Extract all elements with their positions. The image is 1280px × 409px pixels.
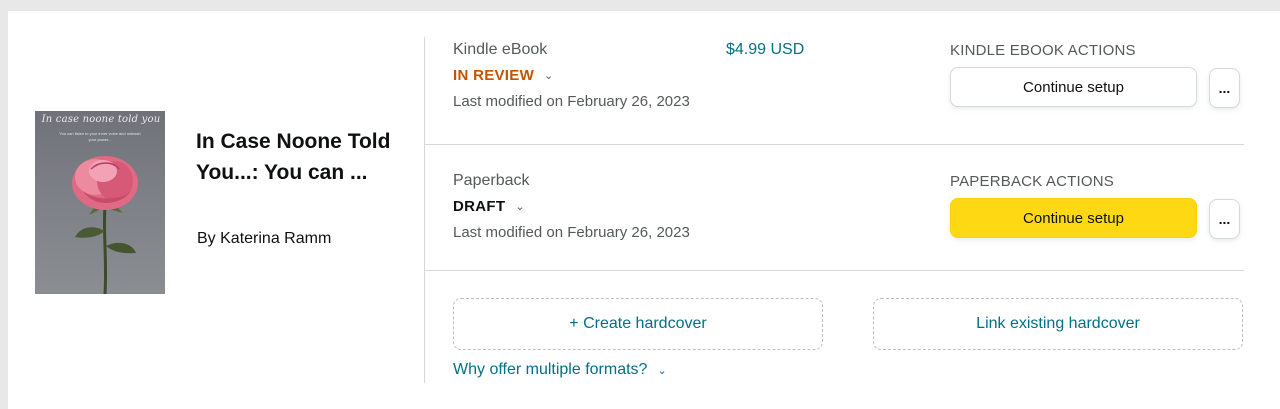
kindle-price: $4.99 USD [726, 41, 805, 58]
cover-subtitle: You can listen to your inner voice and u… [59, 131, 141, 142]
cover-title: In case noone told you [41, 114, 161, 125]
row-divider [425, 270, 1244, 271]
kindle-format-name: Kindle eBook [453, 41, 548, 58]
column-divider [424, 37, 425, 383]
paperback-status-dropdown[interactable]: DRAFT ⌄ [453, 198, 525, 215]
kindle-continue-setup-button[interactable]: Continue setup [950, 67, 1197, 107]
paperback-last-modified: Last modified on February 26, 2023 [453, 224, 690, 241]
kindle-last-modified: Last modified on February 26, 2023 [453, 93, 690, 110]
paperback-status-label: DRAFT [453, 198, 506, 215]
book-card: In case noone told you You can listen to… [8, 11, 1280, 409]
why-multiple-formats-label: Why offer multiple formats? [453, 361, 648, 378]
book-title[interactable]: In Case Noone Told You...: You can ... [196, 126, 396, 188]
kindle-status-label: IN REVIEW [453, 67, 535, 84]
book-cover-image[interactable]: In case noone told you You can listen to… [35, 111, 165, 294]
paperback-more-actions-button[interactable]: ... [1209, 199, 1240, 239]
paperback-format-name: Paperback [453, 172, 530, 189]
kindle-actions-label: KINDLE EBOOK ACTIONS [950, 42, 1136, 59]
chevron-down-icon: ⌄ [544, 70, 554, 82]
why-multiple-formats-link[interactable]: Why offer multiple formats? ⌄ [453, 361, 667, 379]
chevron-down-icon: ⌄ [657, 364, 667, 377]
kindle-more-actions-button[interactable]: ... [1209, 68, 1240, 108]
kindle-status-dropdown[interactable]: IN REVIEW ⌄ [453, 67, 554, 84]
link-existing-hardcover-button[interactable]: Link existing hardcover [873, 298, 1243, 350]
create-hardcover-button[interactable]: + Create hardcover [453, 298, 823, 350]
book-author: By Katerina Ramm [197, 230, 332, 247]
paperback-continue-setup-button[interactable]: Continue setup [950, 198, 1197, 238]
paperback-actions-label: PAPERBACK ACTIONS [950, 173, 1114, 190]
row-divider [425, 144, 1244, 145]
chevron-down-icon: ⌄ [515, 201, 525, 213]
